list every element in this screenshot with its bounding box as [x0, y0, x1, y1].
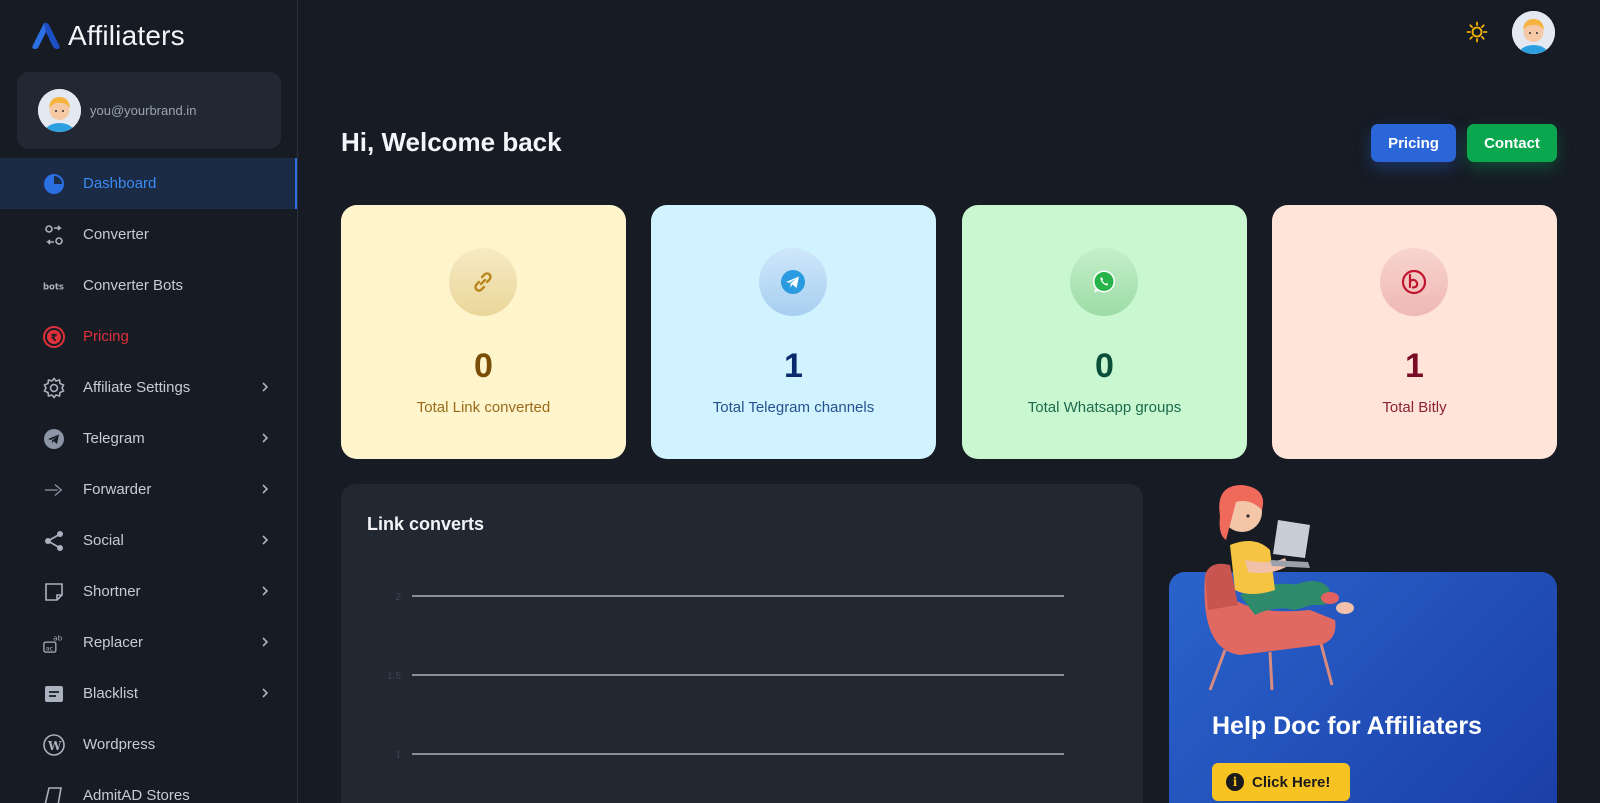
svg-text:W: W — [47, 739, 62, 753]
rupee-icon: ₹ — [43, 325, 65, 348]
scissors-frame-icon — [43, 581, 65, 603]
sidebar-item-affiliate-settings[interactable]: Affiliate Settings — [0, 362, 297, 413]
sidebar-item-shortner[interactable]: Shortner — [0, 566, 297, 617]
stat-label: Total Whatsapp groups — [1027, 399, 1182, 416]
store-icon — [43, 785, 65, 803]
contact-button[interactable]: Contact — [1467, 124, 1557, 162]
sidebar-item-label: Shortner — [83, 583, 141, 600]
y-tick-label: 1.5 — [387, 671, 401, 682]
sidebar-item-label: Converter Bots — [83, 277, 184, 294]
affiliaters-logo-icon — [32, 22, 60, 49]
sidebar-item-label: AdmitAD Stores — [83, 787, 190, 803]
sidebar-item-converter[interactable]: Converter — [0, 209, 297, 260]
stat-label: Total Bitly — [1382, 399, 1447, 416]
sidebar-item-label: Affiliate Settings — [83, 379, 191, 396]
sidebar-item-admitad-stores[interactable]: AdmitAD Stores — [0, 770, 297, 803]
replace-icon: ab ac — [43, 632, 65, 654]
stat-value: 1 — [784, 347, 803, 385]
stat-value: 0 — [1095, 347, 1114, 385]
page-title: Hi, Welcome back — [341, 127, 562, 157]
gear-icon — [43, 376, 65, 399]
sidebar-nav: Dashboard Converter bots Converter Bots … — [0, 158, 297, 803]
sidebar-item-label: Dashboard — [83, 175, 157, 192]
avatar — [38, 89, 81, 132]
sidebar: Affiliaters you@yourbrand.in Dashboard C… — [0, 0, 298, 803]
girl-laptop-illustration — [1204, 485, 1354, 691]
y-tick-label: 2 — [395, 592, 401, 603]
sidebar-item-dashboard[interactable]: Dashboard — [0, 158, 297, 209]
chevron-right-icon — [262, 586, 269, 596]
sidebar-item-label: Blacklist — [83, 685, 139, 702]
svg-text:₹: ₹ — [51, 333, 58, 344]
link-converts-chart: 2 1.5 1 — [387, 592, 1064, 761]
svg-text:bots: bots — [43, 281, 64, 291]
wordpress-icon: W — [43, 733, 65, 756]
sidebar-item-blacklist[interactable]: Blacklist — [0, 668, 297, 719]
pricing-button[interactable]: Pricing — [1371, 124, 1456, 162]
blacklist-icon — [43, 683, 65, 705]
link-converts-chart-card: Link converts 2 1.5 1 — [341, 484, 1143, 803]
info-icon: i — [1226, 773, 1244, 791]
chevron-right-icon — [262, 484, 269, 494]
stat-value: 0 — [474, 347, 493, 385]
chevron-right-icon — [262, 382, 269, 392]
click-here-button[interactable]: i Click Here! — [1212, 763, 1350, 801]
user-card[interactable]: you@yourbrand.in — [17, 72, 281, 149]
brand-name: Affiliaters — [68, 20, 185, 51]
link-icon — [449, 248, 517, 316]
app-root: Affiliaters you@yourbrand.in Dashboard C… — [0, 0, 1600, 803]
sidebar-item-label: Converter — [83, 226, 149, 243]
sidebar-item-label: Forwarder — [83, 481, 152, 498]
bitly-icon — [1380, 248, 1448, 316]
click-here-label: Click Here! — [1252, 773, 1331, 791]
svg-text:ab: ab — [53, 633, 62, 642]
stat-card-bitly: 1 Total Bitly — [1272, 205, 1557, 459]
bots-icon: bots — [43, 275, 65, 297]
whatsapp-icon — [1070, 248, 1138, 316]
stat-card-telegram: 1 Total Telegram channels — [651, 205, 936, 459]
sidebar-item-label: Telegram — [83, 430, 145, 447]
telegram-icon — [759, 248, 827, 316]
sidebar-item-label: Wordpress — [83, 736, 156, 753]
user-email: you@yourbrand.in — [90, 103, 197, 118]
convert-icon — [43, 224, 65, 246]
sidebar-item-label: Pricing — [83, 328, 129, 345]
chevron-right-icon — [262, 535, 269, 545]
stat-label: Total Link converted — [416, 399, 551, 416]
stat-value: 1 — [1405, 347, 1424, 385]
sidebar-item-telegram[interactable]: Telegram — [0, 413, 297, 464]
profile-avatar[interactable] — [1512, 11, 1555, 54]
brand[interactable]: Affiliaters — [30, 20, 185, 52]
chevron-right-icon — [262, 688, 269, 698]
share-icon — [43, 530, 65, 552]
sidebar-item-social[interactable]: Social — [0, 515, 297, 566]
sidebar-item-replacer[interactable]: ab ac Replacer — [0, 617, 297, 668]
sidebar-item-forwarder[interactable]: Forwarder — [0, 464, 297, 515]
stat-label: Total Telegram channels — [712, 399, 875, 416]
user-avatar-icon — [1512, 11, 1555, 54]
sidebar-item-converter-bots[interactable]: bots Converter Bots — [0, 260, 297, 311]
sidebar-item-label: Replacer — [83, 634, 144, 651]
y-tick-label: 1 — [395, 750, 401, 761]
forward-arrow-icon — [43, 479, 65, 501]
svg-text:ac: ac — [46, 644, 54, 652]
sidebar-item-pricing[interactable]: ₹ Pricing — [0, 311, 297, 362]
chevron-right-icon — [262, 637, 269, 647]
stat-card-links: 0 Total Link converted — [341, 205, 626, 459]
stat-card-whatsapp: 0 Total Whatsapp groups — [962, 205, 1247, 459]
pie-chart-icon — [43, 173, 65, 195]
user-avatar-icon — [38, 89, 81, 132]
chevron-right-icon — [262, 433, 269, 443]
sidebar-item-label: Social — [83, 532, 124, 549]
sidebar-item-wordpress[interactable]: W Wordpress — [0, 719, 297, 770]
telegram-icon — [43, 428, 65, 450]
help-title: Help Doc for Affiliaters — [1212, 712, 1482, 740]
sun-icon[interactable] — [1466, 21, 1488, 43]
